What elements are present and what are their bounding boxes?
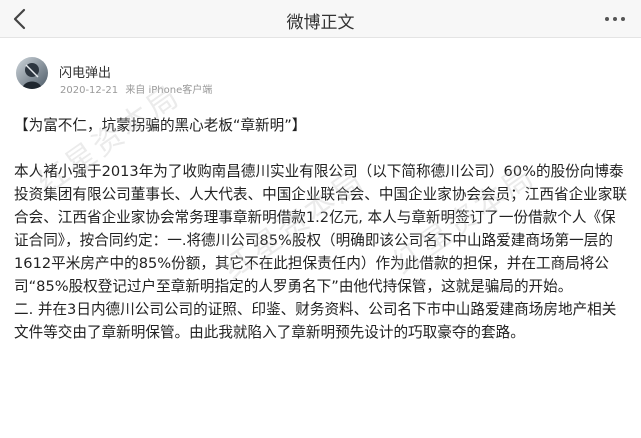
- author-name[interactable]: 闪电弹出: [59, 62, 111, 81]
- post-headline: 【为富不仁，坑蒙拐骗的黑心老板“章新明”】: [14, 117, 307, 134]
- post-date: 2020-12-21: [60, 85, 119, 96]
- more-dots-icon: [621, 17, 625, 21]
- more-dots-icon: [605, 17, 609, 21]
- page-title: 微博正文: [286, 13, 355, 33]
- post-body: 【为富不仁，坑蒙拐骗的黑心老板“章新明”】 本人褚小强于2013年为了收购南昌德…: [14, 114, 628, 344]
- weibo-post-page: 微博正文 闪电弹出 2020-12-21 来自 iPhone客户端 【为富不仁，…: [0, 0, 641, 438]
- top-nav-bar: 微博正文: [0, 0, 641, 38]
- more-dots-icon: [613, 17, 617, 21]
- avatar-image-icon: [16, 57, 48, 89]
- post-paragraph-1: 本人褚小强于2013年为了收购南昌德川实业有限公司（以下简称德川公司）60%的股…: [14, 163, 627, 295]
- post-meta: 2020-12-21 来自 iPhone客户端: [60, 81, 216, 96]
- post-source: 来自 iPhone客户端: [125, 85, 213, 96]
- post-paragraph-2: 二. 并在3日内德川公司公司的证照、印鉴、财务资料、公司名下市中山路爱建商场房地…: [14, 301, 617, 341]
- more-options-button[interactable]: [605, 10, 627, 28]
- avatar[interactable]: [16, 57, 48, 89]
